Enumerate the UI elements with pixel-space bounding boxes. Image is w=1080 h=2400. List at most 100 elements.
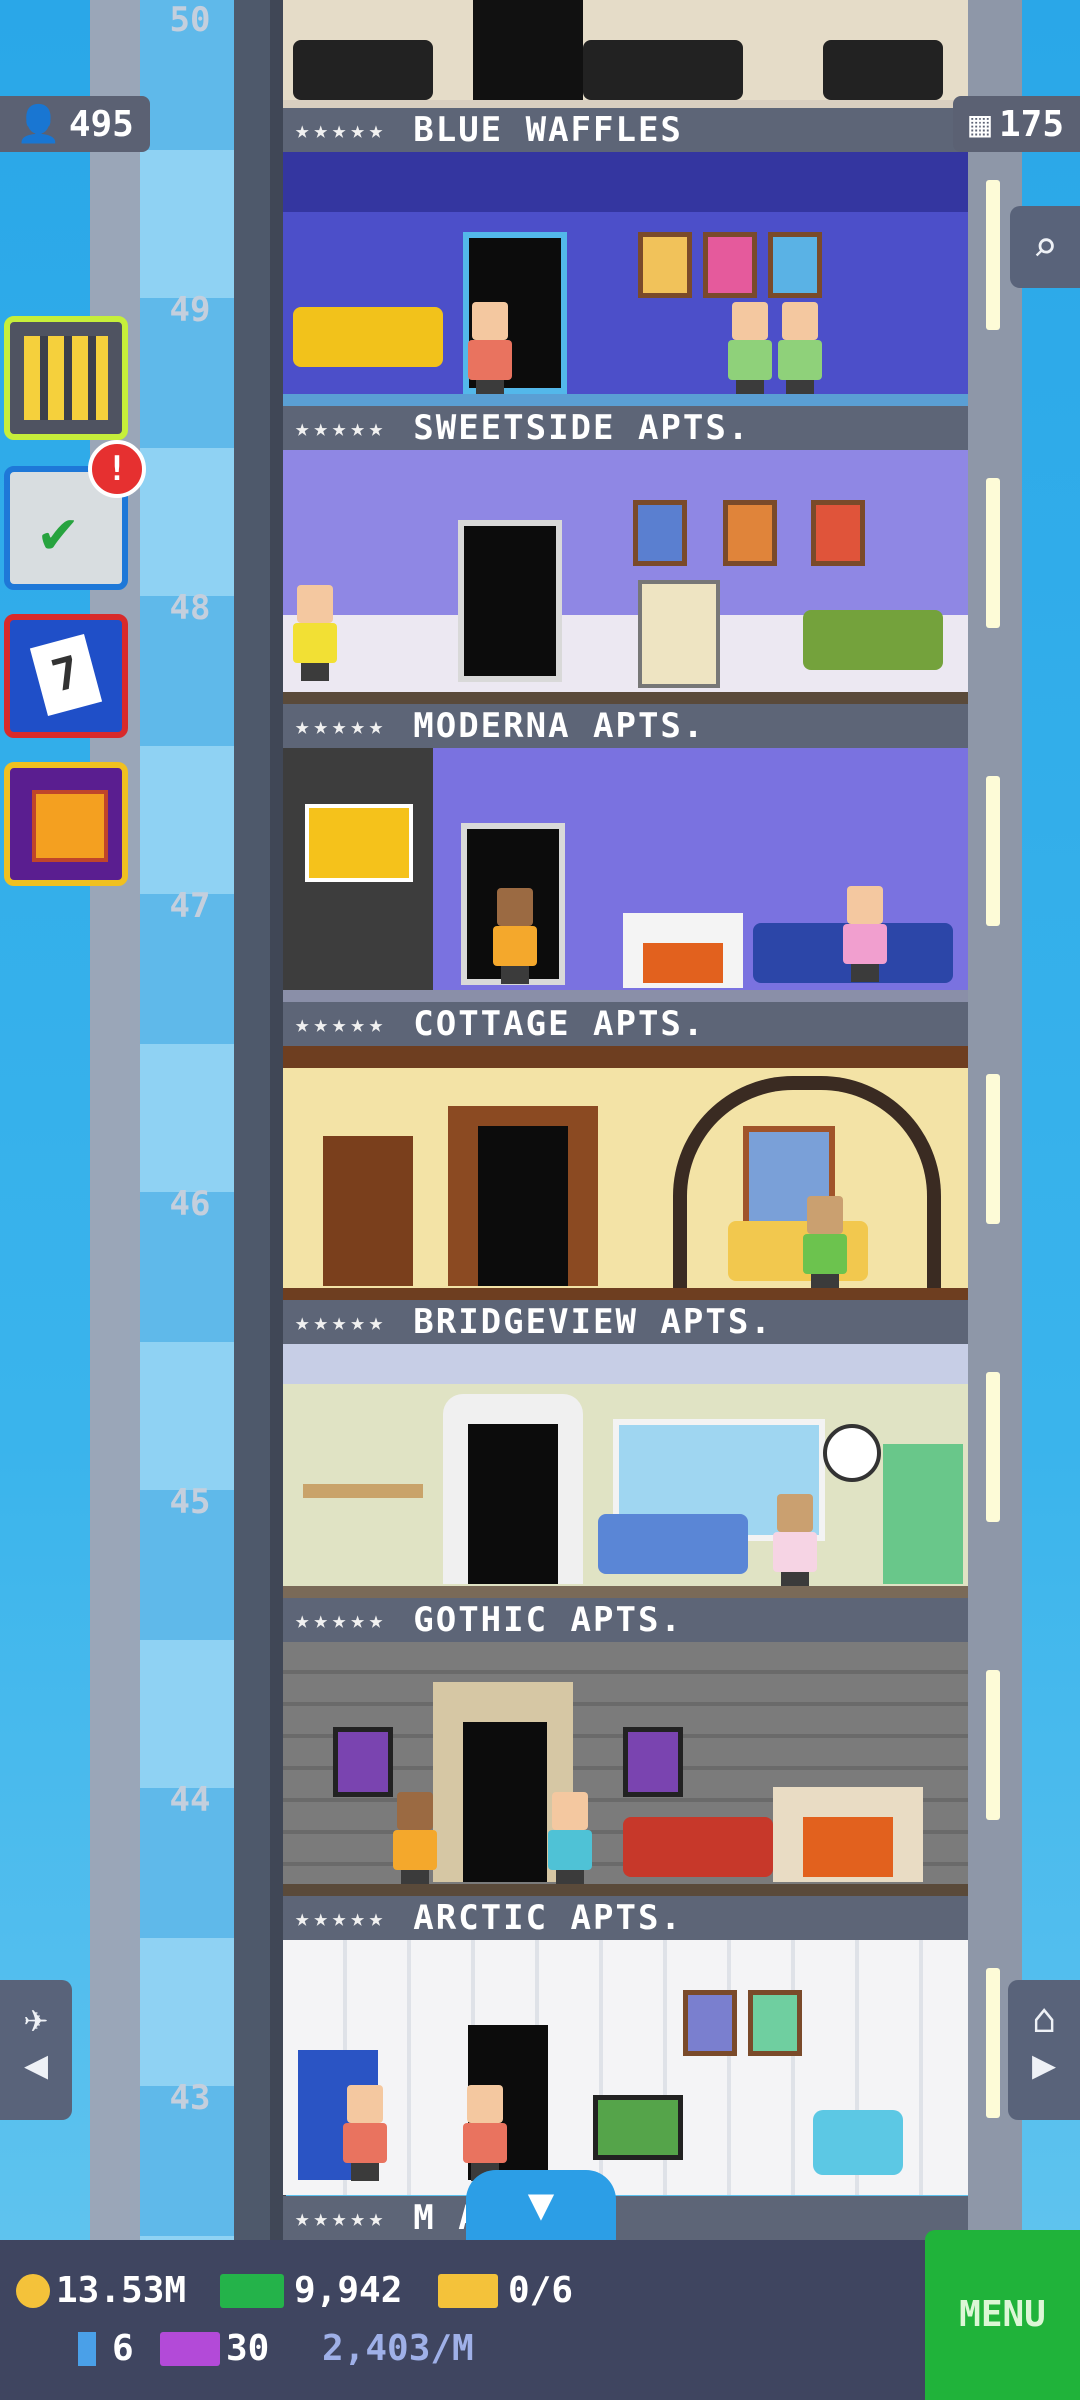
floor-count: 175 xyxy=(998,103,1064,145)
build-floor-button[interactable] xyxy=(4,316,128,440)
bitizen[interactable] xyxy=(493,888,537,984)
floor-ground xyxy=(283,1288,968,1300)
coins-display[interactable]: 13.53M xyxy=(16,2270,186,2311)
floor-ground xyxy=(283,1586,968,1598)
wall-light xyxy=(986,180,1000,330)
building-icon xyxy=(24,336,108,420)
floor-name: GOTHIC APTS. xyxy=(413,1600,683,1640)
door xyxy=(478,1126,568,1286)
floor-43[interactable]: ★★★★★ M APTS. xyxy=(283,1940,968,2240)
floor-name: COTTAGE APTS. xyxy=(413,1004,706,1044)
shaft-rail xyxy=(234,0,270,2240)
floor-44[interactable]: ★★★★★ ARCTIC APTS. xyxy=(283,1642,968,1940)
gift-icon xyxy=(32,790,108,862)
bitizen[interactable] xyxy=(843,886,887,982)
floor-stars: ★★★★★ xyxy=(295,2204,388,2232)
couch xyxy=(293,307,443,367)
floor-45[interactable]: ★★★★★ GOTHIC APTS. xyxy=(283,1344,968,1642)
tickets-value: 0/6 xyxy=(508,2270,574,2311)
plane-icon: ✈ xyxy=(23,1996,49,2042)
shaft-glass xyxy=(140,0,234,2240)
door xyxy=(468,1424,558,1584)
wall-light xyxy=(986,1372,1000,1522)
scroll-down-button[interactable]: ▼ xyxy=(466,2170,616,2240)
floor-48[interactable]: ★★★★★ MODERNA APTS. xyxy=(283,450,968,748)
coins-value: 13.53M xyxy=(56,2270,187,2311)
bitizen[interactable] xyxy=(468,302,512,398)
floor-label: ★★★★★ BRIDGEVIEW APTS. xyxy=(283,1300,968,1344)
bitizen[interactable] xyxy=(343,2085,387,2181)
floor-label: ★★★★★ M APTS. xyxy=(283,2196,968,2240)
floor-label: ★★★★★ SWEETSIDE APTS. xyxy=(283,406,968,450)
bitizen[interactable] xyxy=(803,1196,847,1292)
picture-frame xyxy=(683,1990,737,2056)
shaft-floor-number: 46 xyxy=(169,1184,211,1224)
floor-stars: ★★★★★ xyxy=(295,1010,388,1038)
door xyxy=(458,520,562,682)
bitizen[interactable] xyxy=(463,2085,507,2181)
clock-icon xyxy=(823,1424,881,1482)
bitizen[interactable] xyxy=(548,1792,592,1888)
population-badge[interactable]: 👤 495 xyxy=(0,96,150,152)
shield-icon xyxy=(333,1727,393,1797)
floor-label: ★★★★★ BLUE WAFFLES xyxy=(283,108,968,152)
floor-label: ★★★★★ COTTAGE APTS. xyxy=(283,1002,968,1046)
coin-icon xyxy=(16,2273,50,2308)
keys-display[interactable]: 6 xyxy=(78,2328,134,2369)
left-nav-button[interactable]: ✈ ◀ xyxy=(0,1980,72,2120)
right-nav-button[interactable]: ⌂ ▶ xyxy=(1008,1980,1080,2120)
floor-46[interactable]: ★★★★★ BRIDGEVIEW APTS. xyxy=(283,1046,968,1344)
bux-display[interactable]: 9,942 xyxy=(220,2270,402,2311)
home-icon: ⌂ xyxy=(1031,1996,1057,2042)
drip-ceiling xyxy=(283,152,968,212)
couch xyxy=(293,40,433,100)
couch xyxy=(623,1817,773,1877)
floor-label: ★★★★★ GOTHIC APTS. xyxy=(283,1598,968,1642)
picture-frame xyxy=(811,500,865,566)
tower-bux-icon xyxy=(220,2273,284,2308)
armchair xyxy=(813,2110,903,2175)
floor-ground xyxy=(283,1884,968,1896)
floor-stars: ★★★★★ xyxy=(295,116,388,144)
tickets-display[interactable]: 0/6 xyxy=(438,2270,573,2311)
floor-47[interactable]: ★★★★★ COTTAGE APTS. xyxy=(283,748,968,1046)
shaft-floor-number: 44 xyxy=(169,1780,211,1820)
bottom-hud: 13.53M 9,942 0/6 6 30 2,403/M xyxy=(0,2240,925,2400)
keys-value: 6 xyxy=(112,2328,134,2369)
door xyxy=(463,1722,547,1882)
daily-calendar-button[interactable]: 7 xyxy=(4,614,128,738)
bitizen[interactable] xyxy=(728,302,772,398)
floor-name: ARCTIC APTS. xyxy=(413,1898,683,1938)
floor-label: ★★★★★ ARCTIC APTS. xyxy=(283,1896,968,1940)
wall-light xyxy=(986,1968,1000,2118)
couch xyxy=(728,1221,868,1281)
picture-frame xyxy=(633,500,687,566)
floor-stars: ★★★★★ xyxy=(295,1606,388,1634)
person-icon: 👤 xyxy=(16,104,61,145)
key-icon xyxy=(78,2331,96,2366)
bitizen[interactable] xyxy=(393,1792,437,1888)
floor-name: SWEETSIDE APTS. xyxy=(413,408,751,448)
ceiling xyxy=(283,1344,968,1384)
zoom-button[interactable]: ⌕ xyxy=(1010,206,1080,288)
golden-ticket-icon xyxy=(438,2273,498,2308)
shaft-floor-number: 45 xyxy=(169,1482,211,1522)
floor-49[interactable]: ★★★★★ SWEETSIDE APTS. xyxy=(283,152,968,450)
couch xyxy=(583,40,743,100)
floor-stars: ★★★★★ xyxy=(295,1308,388,1336)
wall-light xyxy=(986,1670,1000,1820)
floor-50[interactable]: ★★★★★ BLUE WAFFLES xyxy=(283,0,968,152)
floor-count-badge[interactable]: ▦ 175 xyxy=(953,96,1080,152)
bitizen[interactable] xyxy=(293,585,337,681)
floor-stars: ★★★★★ xyxy=(295,712,388,740)
tv xyxy=(593,2095,683,2160)
vip-display[interactable]: 30 xyxy=(160,2328,269,2369)
picture-frame xyxy=(723,500,777,566)
income-rate-value: 2,403/M xyxy=(322,2328,474,2369)
calendar-icon: 7 xyxy=(29,633,103,717)
bitizen[interactable] xyxy=(773,1494,817,1590)
arcade-machine xyxy=(638,580,720,688)
bitizen[interactable] xyxy=(778,302,822,398)
menu-button[interactable]: MENU xyxy=(925,2230,1080,2400)
gift-button[interactable] xyxy=(4,762,128,886)
